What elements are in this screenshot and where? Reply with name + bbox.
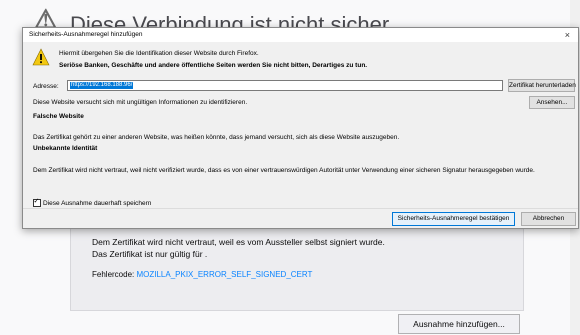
error-code-row: Fehlercode: MOZILLA_PKIX_ERROR_SELF_SIGN…: [92, 270, 312, 279]
invalid-info-text: Diese Website versucht sich mit ungültig…: [33, 99, 248, 106]
error-code-label: Fehlercode:: [92, 270, 135, 279]
address-label: Adresse:: [33, 83, 59, 90]
dialog-title: Sicherheits-Ausnahmeregel hinzufügen: [29, 31, 143, 38]
dialog-intro-warning: Seriöse Banken, Geschäfte und andere öff…: [59, 62, 368, 69]
dialog-intro: Hiermit übergehen Sie die Identifikation…: [59, 50, 259, 57]
error-description: Dem Zertifikat wird nicht vertraut, weil…: [92, 236, 502, 260]
error-line-2: Das Zertifikat ist nur gültig für .: [92, 249, 208, 259]
download-certificate-button[interactable]: Zertifikat herunterladen: [508, 79, 576, 92]
divider: [23, 208, 578, 209]
warning-icon: [32, 48, 50, 66]
dialog-titlebar: Sicherheits-Ausnahmeregel hinzufügen ×: [23, 28, 578, 42]
add-security-exception-dialog: Sicherheits-Ausnahmeregel hinzufügen × H…: [22, 27, 579, 229]
close-icon[interactable]: ×: [565, 29, 570, 41]
address-value: https://192.168.188.96/: [70, 82, 134, 89]
add-exception-button[interactable]: Ausnahme hinzufügen...: [398, 314, 520, 334]
permanent-exception-label[interactable]: Diese Ausnahme dauerhaft speichern: [43, 200, 151, 207]
view-certificate-button[interactable]: Ansehen...: [529, 96, 575, 109]
checkmark-icon: ✓: [33, 198, 40, 205]
confirm-exception-button[interactable]: Sicherheits-Ausnahmeregel bestätigen: [392, 212, 515, 226]
cancel-button[interactable]: Abbrechen: [521, 212, 576, 226]
permanent-exception-checkbox[interactable]: ✓: [33, 198, 41, 207]
error-code-link[interactable]: MOZILLA_PKIX_ERROR_SELF_SIGNED_CERT: [136, 270, 312, 279]
error-line-1: Dem Zertifikat wird nicht vertraut, weil…: [92, 237, 385, 247]
unknown-identity-heading: Unbekannte Identität: [33, 145, 98, 152]
address-input[interactable]: https://192.168.188.96/: [67, 80, 503, 91]
permanent-exception-row[interactable]: ✓ Diese Ausnahme dauerhaft speichern: [33, 198, 151, 207]
unknown-identity-text: Dem Zertifikat wird nicht vertraut, weil…: [33, 167, 535, 174]
wrong-site-text: Das Zertifikat gehört zu einer anderen W…: [33, 134, 400, 141]
wrong-site-heading: Falsche Website: [33, 113, 84, 120]
